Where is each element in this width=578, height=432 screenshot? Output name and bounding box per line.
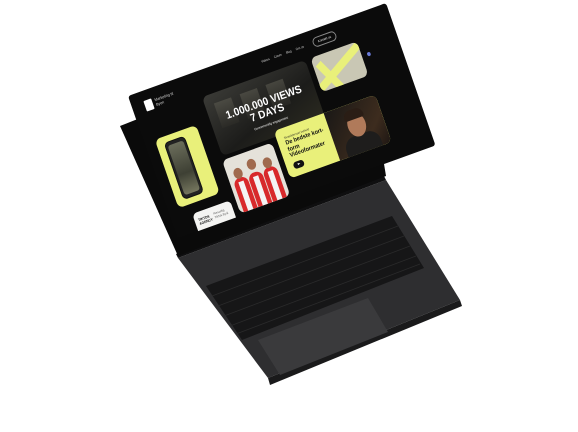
main-nav: Videos Cases Blog Om os xyxy=(261,45,305,64)
agency-text: Personlig TikTok Byrå xyxy=(212,208,229,220)
presenter-photo xyxy=(323,94,392,162)
nav-item[interactable]: Videos xyxy=(261,57,271,64)
contact-button-label: Kontakt os xyxy=(317,34,332,44)
player-head xyxy=(245,157,258,172)
logo-text: Marketing til Byen xyxy=(153,90,174,107)
agency-title: TIKTOK AGENCY xyxy=(197,214,214,227)
arrow-graphic-card xyxy=(310,41,369,93)
play-icon[interactable] xyxy=(292,159,306,170)
nav-item[interactable]: Blog xyxy=(285,49,292,55)
nav-item[interactable]: Om os xyxy=(295,45,304,52)
product-photo: Marketing til Byen Videos Cases Blog Om … xyxy=(0,0,578,432)
logo-icon[interactable] xyxy=(143,98,155,112)
status-dot xyxy=(366,51,372,57)
video-card-title: De bedste kort-form Videoformater xyxy=(284,127,327,160)
contact-button[interactable]: Kontakt os xyxy=(311,30,338,48)
nav-item[interactable]: Cases xyxy=(273,53,282,60)
